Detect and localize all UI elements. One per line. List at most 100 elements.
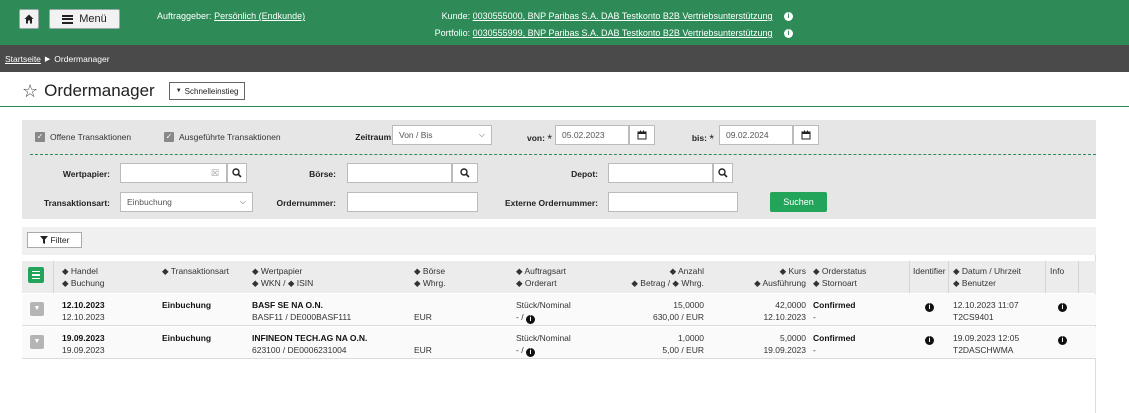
quick-entry-label: Schnelleinstieg	[184, 86, 239, 96]
info-icon[interactable]: i	[1058, 336, 1067, 345]
ext-ordernummer-input[interactable]	[608, 192, 738, 212]
cell-orderart: - / i	[516, 311, 535, 324]
von-date-input[interactable]: 05.02.2023	[555, 125, 629, 145]
info-icon[interactable]: i	[525, 315, 535, 324]
col-orderstatus[interactable]: ◆ Orderstatus ◆ Stornoart	[813, 265, 866, 289]
filter-button[interactable]: Filter	[27, 232, 82, 248]
required-mark: *	[547, 132, 552, 146]
cell-wkn-isin: 623100 / DE0006231004	[252, 345, 347, 355]
chevron-down-icon: ⌵	[239, 197, 246, 206]
page-title: Ordermanager	[44, 81, 155, 100]
col-wertpapier[interactable]: ◆ Wertpapier ◆ WKN / ◆ ISIN	[252, 265, 313, 289]
menu-icon	[62, 14, 74, 24]
bis-calendar-button[interactable]	[793, 125, 819, 145]
identifier-info-icon[interactable]: i	[925, 332, 934, 345]
depot-search-button[interactable]	[713, 163, 733, 183]
col-anzahl[interactable]: ◆ Anzahl ◆ Betrag / ◆ Whrg.	[618, 265, 704, 289]
identifier-info-icon[interactable]: i	[925, 299, 934, 312]
quick-entry-dropdown[interactable]: ▼ Schnelleinstieg	[168, 82, 246, 100]
wertpapier-search-button[interactable]	[227, 163, 247, 183]
info-icon[interactable]: i	[925, 336, 934, 345]
cell-handel: 19.09.2023	[62, 333, 105, 343]
ordernummer-label: Ordernummer:	[276, 198, 336, 208]
von-calendar-button[interactable]	[629, 125, 655, 145]
cell-buchung: 19.09.2023	[62, 345, 105, 355]
expand-icon[interactable]: ▼	[30, 335, 44, 349]
title-row: ☆ Ordermanager ▼ Schnelleinstieg	[22, 81, 246, 101]
cell-kurs: 42,0000	[775, 300, 806, 310]
boerse-input[interactable]	[347, 163, 452, 183]
done-transactions-checkbox[interactable]: ✓ Ausgeführte Transaktionen	[164, 132, 281, 142]
von-label: von: *	[512, 132, 552, 146]
depot-input[interactable]	[608, 163, 713, 183]
open-transactions-checkbox[interactable]: ✓ Offene Transaktionen	[35, 132, 131, 142]
done-transactions-label: Ausgeführte Transaktionen	[179, 132, 281, 142]
wertpapier-input[interactable]: ☒	[120, 163, 227, 183]
auftraggeber-link[interactable]: Persönlich (Endkunde)	[214, 11, 305, 21]
col-benutzer-label: Benutzer	[961, 278, 996, 288]
auftraggeber: Auftraggeber: Persönlich (Endkunde)	[157, 11, 305, 21]
row-info-icon[interactable]: i	[1058, 332, 1067, 345]
cell-stornoart: -	[813, 345, 816, 355]
table-row[interactable]: ▼ 12.10.2023 12.10.2023 Einbuchung BASF …	[22, 294, 1096, 326]
info-icon[interactable]: i	[784, 12, 793, 22]
column-divider	[948, 261, 949, 293]
col-orderstatus-label: Orderstatus	[821, 266, 867, 276]
expand-icon[interactable]: ▼	[30, 302, 44, 316]
col-transaktionsart[interactable]: ◆ Transaktionsart	[162, 265, 229, 277]
breadcrumb: Startseite ▶ Ordermanager	[0, 45, 1129, 72]
info-icon[interactable]: i	[1058, 303, 1067, 312]
cell-wertpapier: INFINEON TECH.AG NA O.N.	[252, 333, 368, 343]
cell-transaktionsart: Einbuchung	[162, 333, 212, 343]
table-row[interactable]: ▼ 19.09.2023 19.09.2023 Einbuchung INFIN…	[22, 327, 1096, 359]
col-auftragsart[interactable]: ◆ Auftragsart ◆ Orderart	[516, 265, 566, 289]
cell-datum: 19.09.2023 12:05	[953, 333, 1020, 343]
search-button[interactable]: Suchen	[770, 192, 827, 212]
col-wertpapier-label: Wertpapier	[260, 266, 303, 276]
col-info: Info	[1050, 265, 1064, 277]
zeitraum-select[interactable]: Von / Bis ⌵	[392, 125, 492, 145]
required-mark: *	[709, 132, 714, 146]
portfolio-label: Portfolio:	[434, 28, 471, 38]
col-kurs-label: Kurs	[788, 266, 806, 276]
col-datum[interactable]: ◆ Datum / Uhrzeit ◆ Benutzer	[953, 265, 1021, 289]
cell-benutzer: T2CS9401	[953, 312, 994, 322]
ordernummer-input[interactable]	[347, 192, 478, 212]
bis-date-input[interactable]: 09.02.2024	[719, 125, 793, 145]
col-handel-label: Handel	[70, 266, 98, 276]
col-handel[interactable]: ◆ Handel ◆ Buchung	[62, 265, 104, 289]
col-wkn-isin-label: WKN / ◆ ISIN	[260, 278, 314, 288]
col-kurs[interactable]: ◆ Kurs ◆ Ausführung	[722, 265, 806, 289]
bis-label: bis: *	[674, 132, 714, 146]
clear-icon[interactable]: ☒	[211, 168, 219, 179]
search-icon	[232, 168, 242, 178]
col-datum-label: Datum / Uhrzeit	[961, 266, 1021, 276]
breadcrumb-home-link[interactable]: Startseite	[5, 54, 41, 64]
column-divider	[1045, 261, 1046, 293]
table-menu-button[interactable]	[28, 267, 44, 283]
menu-label: Menü	[79, 13, 107, 25]
star-icon[interactable]: ☆	[22, 82, 38, 100]
home-button[interactable]	[19, 9, 39, 29]
top-header: Menü Auftraggeber: Persönlich (Endkunde)…	[0, 0, 1129, 45]
zeitraum-value: Von / Bis	[399, 130, 433, 140]
boerse-search-button[interactable]	[452, 163, 478, 183]
cell-wkn-isin: BASF11 / DE000BASF111	[252, 312, 352, 322]
row-info-icon[interactable]: i	[1058, 299, 1067, 312]
filter-label: Filter	[50, 235, 70, 245]
cell-betrag: 630,00 / EUR	[652, 312, 704, 322]
bis-date-value: 09.02.2024	[726, 130, 769, 140]
info-icon[interactable]: i	[925, 303, 934, 312]
info-icon[interactable]: i	[784, 29, 793, 39]
col-boerse[interactable]: ◆ Börse ◆ Whrg.	[414, 265, 446, 289]
ext-ordernummer-label: Externe Ordernummer:	[504, 198, 598, 208]
cell-whrg: EUR	[414, 312, 432, 322]
open-transactions-label: Offene Transaktionen	[50, 132, 132, 142]
portfolio-link[interactable]: 0030555999, BNP Paribas S.A. DAB Testkon…	[473, 28, 773, 38]
menu-button[interactable]: Menü	[49, 9, 120, 29]
info-icon[interactable]: i	[525, 348, 535, 357]
home-icon	[24, 14, 34, 24]
kunde-link[interactable]: 0030555000, BNP Paribas S.A. DAB Testkon…	[473, 11, 773, 21]
transaktionsart-select[interactable]: Einbuchung ⌵	[120, 192, 253, 212]
results-section: Filter ◆ Handel ◆ Buchung ◆ Transaktionsa…	[22, 227, 1096, 413]
